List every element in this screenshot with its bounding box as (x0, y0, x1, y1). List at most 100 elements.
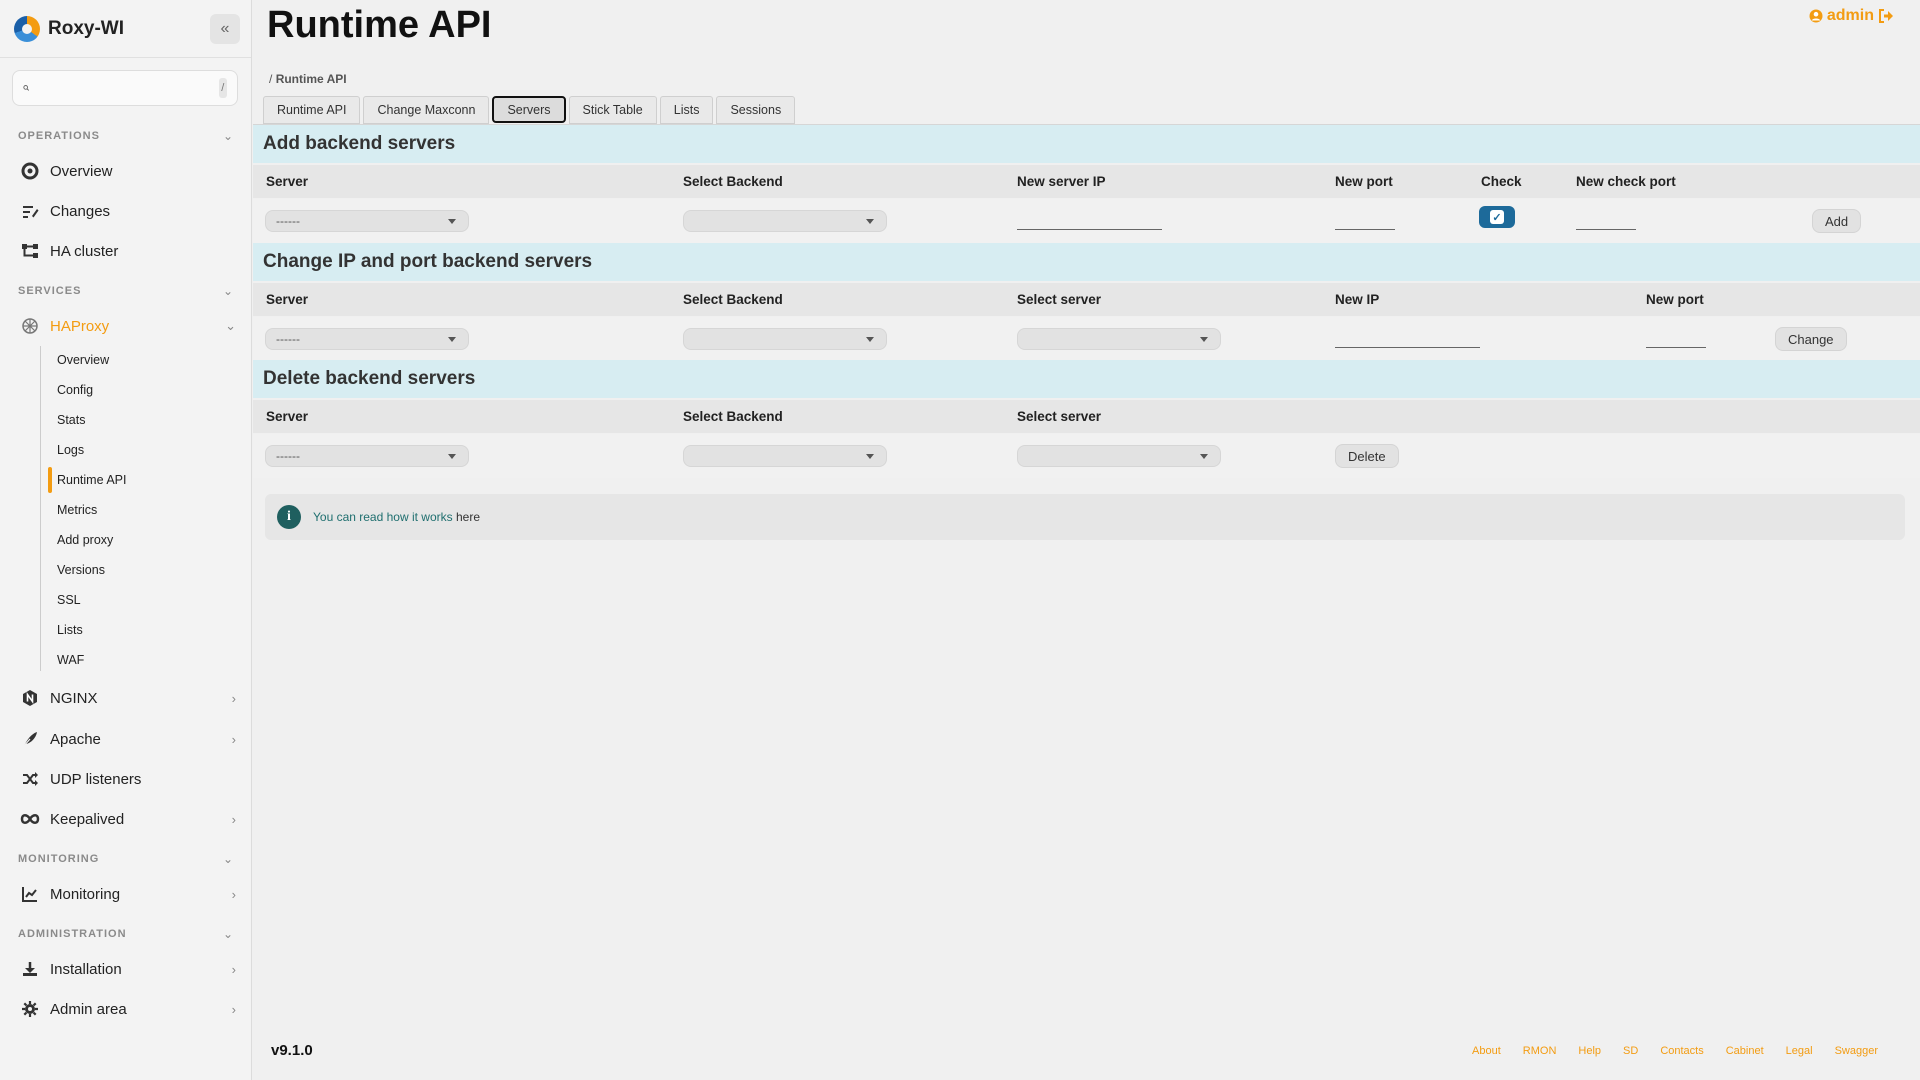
col-select-server: Select server (1017, 409, 1102, 424)
sidebar-item-installation[interactable]: Installation › (20, 954, 236, 984)
collapse-sidebar-button[interactable]: « (210, 14, 240, 44)
chevron-right-icon: › (231, 690, 236, 706)
server-select[interactable]: ------ (265, 328, 469, 350)
tab-sessions[interactable]: Sessions (716, 96, 796, 124)
double-chevron-left-icon: « (220, 20, 230, 37)
change-table-row: ------ Change (253, 317, 1920, 361)
footer-link-sd[interactable]: SD (1623, 1045, 1638, 1057)
col-new-server-ip: New server IP (1017, 174, 1106, 189)
sidebar-item-label: HAProxy (50, 317, 110, 335)
backend-select[interactable] (683, 210, 887, 232)
delete-table-header: Server Select Backend Select server (253, 400, 1920, 433)
sidebar-item-ha-cluster[interactable]: HA cluster (20, 236, 236, 266)
sidebar-item-label: Admin area (50, 1000, 127, 1018)
new-ip-input[interactable] (1335, 326, 1480, 348)
footer-link-help[interactable]: Help (1578, 1045, 1601, 1057)
sub-item-logs[interactable]: Logs (57, 443, 84, 457)
footer-link-contacts[interactable]: Contacts (1660, 1045, 1703, 1057)
sub-item-stats[interactable]: Stats (57, 413, 86, 427)
sub-item-overview[interactable]: Overview (57, 353, 109, 367)
tab-servers[interactable]: Servers (492, 96, 566, 123)
sidebar-item-keepalived[interactable]: Keepalived › (20, 804, 236, 834)
sub-item-versions[interactable]: Versions (57, 563, 105, 577)
cluster-network-icon (20, 241, 40, 261)
new-port-input[interactable] (1646, 326, 1706, 348)
section-operations-label: OPERATIONS (18, 130, 100, 142)
sub-item-runtime-api[interactable]: Runtime API (57, 473, 126, 487)
server-select-value: ------ (276, 332, 300, 346)
checkmark-icon: ✓ (1490, 210, 1504, 224)
tab-change-maxconn[interactable]: Change Maxconn (363, 96, 490, 124)
sub-item-ssl[interactable]: SSL (57, 593, 81, 607)
footer-link-cabinet[interactable]: Cabinet (1726, 1045, 1764, 1057)
caret-down-icon (866, 454, 874, 459)
breadcrumb-separator: / (269, 72, 273, 86)
infinity-icon (20, 809, 40, 829)
tab-lists[interactable]: Lists (659, 96, 714, 124)
new-port-input[interactable] (1335, 208, 1395, 230)
footer-link-legal[interactable]: Legal (1786, 1045, 1813, 1057)
sidebar-item-apache[interactable]: Apache › (20, 724, 236, 754)
col-select-backend: Select Backend (683, 174, 783, 189)
breadcrumb-current[interactable]: Runtime API (276, 72, 347, 86)
chevron-down-icon: ⌄ (225, 318, 236, 333)
footer-link-swagger[interactable]: Swagger (1835, 1045, 1878, 1057)
app-version: v9.1.0 (271, 1042, 313, 1059)
sidebar-item-haproxy[interactable]: HAProxy ⌄ (20, 311, 236, 341)
chevron-right-icon: › (231, 886, 236, 902)
tab-bar: Runtime API Change Maxconn Servers Stick… (263, 96, 796, 124)
sub-item-waf[interactable]: WAF (57, 653, 84, 667)
sub-item-config[interactable]: Config (57, 383, 93, 397)
server-select[interactable]: ------ (265, 210, 469, 232)
info-prefix: You can read (313, 510, 387, 524)
footer-link-rmon[interactable]: RMON (1523, 1045, 1557, 1057)
change-button[interactable]: Change (1775, 327, 1847, 351)
info-alert: i You can read how it works here (265, 494, 1905, 540)
how-it-works-link[interactable]: how it works (387, 510, 453, 524)
tab-stick-table[interactable]: Stick Table (568, 96, 657, 124)
backend-select[interactable] (683, 445, 887, 467)
col-server: Server (266, 292, 309, 307)
sidebar-item-label: NGINX (50, 689, 98, 707)
haproxy-icon (20, 316, 40, 336)
sub-item-lists[interactable]: Lists (57, 623, 83, 637)
section-operations[interactable]: OPERATIONS ⌄ (18, 129, 234, 143)
new-server-ip-input[interactable] (1017, 208, 1162, 230)
delete-button[interactable]: Delete (1335, 444, 1399, 468)
new-check-port-input[interactable] (1576, 208, 1636, 230)
chevron-right-icon: › (231, 811, 236, 827)
sidebar-item-overview[interactable]: Overview (20, 156, 236, 186)
sidebar-item-udp-listeners[interactable]: UDP listeners (20, 764, 236, 794)
footer-link-about[interactable]: About (1472, 1045, 1501, 1057)
search-input[interactable] (37, 80, 219, 96)
check-checkbox[interactable]: ✓ (1479, 206, 1515, 228)
section-monitoring-label: MONITORING (18, 853, 100, 865)
user-menu[interactable]: admin (1809, 7, 1894, 25)
sub-item-metrics[interactable]: Metrics (57, 503, 97, 517)
sidebar-item-monitoring[interactable]: Monitoring › (20, 879, 236, 909)
add-button[interactable]: Add (1812, 209, 1862, 233)
section-administration[interactable]: ADMINISTRATION ⌄ (18, 927, 234, 941)
chevron-down-icon: ⌄ (222, 852, 234, 866)
server-select[interactable]: ------ (265, 445, 469, 467)
page-title: Runtime API (267, 4, 492, 46)
backend-select[interactable] (683, 328, 887, 350)
pen-edit-icon (20, 201, 40, 221)
server-name-select[interactable] (1017, 328, 1221, 350)
server-name-select[interactable] (1017, 445, 1221, 467)
sidebar-item-changes[interactable]: Changes (20, 196, 236, 226)
col-check: Check (1481, 174, 1522, 189)
section-services[interactable]: SERVICES ⌄ (18, 284, 234, 298)
download-icon (20, 959, 40, 979)
tab-runtime-api[interactable]: Runtime API (263, 96, 361, 124)
logout-icon[interactable] (1878, 9, 1894, 23)
footer-links: About RMON Help SD Contacts Cabinet Lega… (1472, 1045, 1878, 1057)
section-monitoring[interactable]: MONITORING ⌄ (18, 852, 234, 866)
col-new-check-port: New check port (1576, 174, 1676, 189)
sidebar-item-nginx[interactable]: NGINX › (20, 683, 236, 713)
sub-item-add-proxy[interactable]: Add proxy (57, 533, 113, 547)
brand-name: Roxy-WI (48, 17, 124, 39)
info-icon: i (277, 505, 301, 529)
sidebar-item-admin-area[interactable]: Admin area › (20, 994, 236, 1024)
server-select-value: ------ (276, 214, 300, 228)
